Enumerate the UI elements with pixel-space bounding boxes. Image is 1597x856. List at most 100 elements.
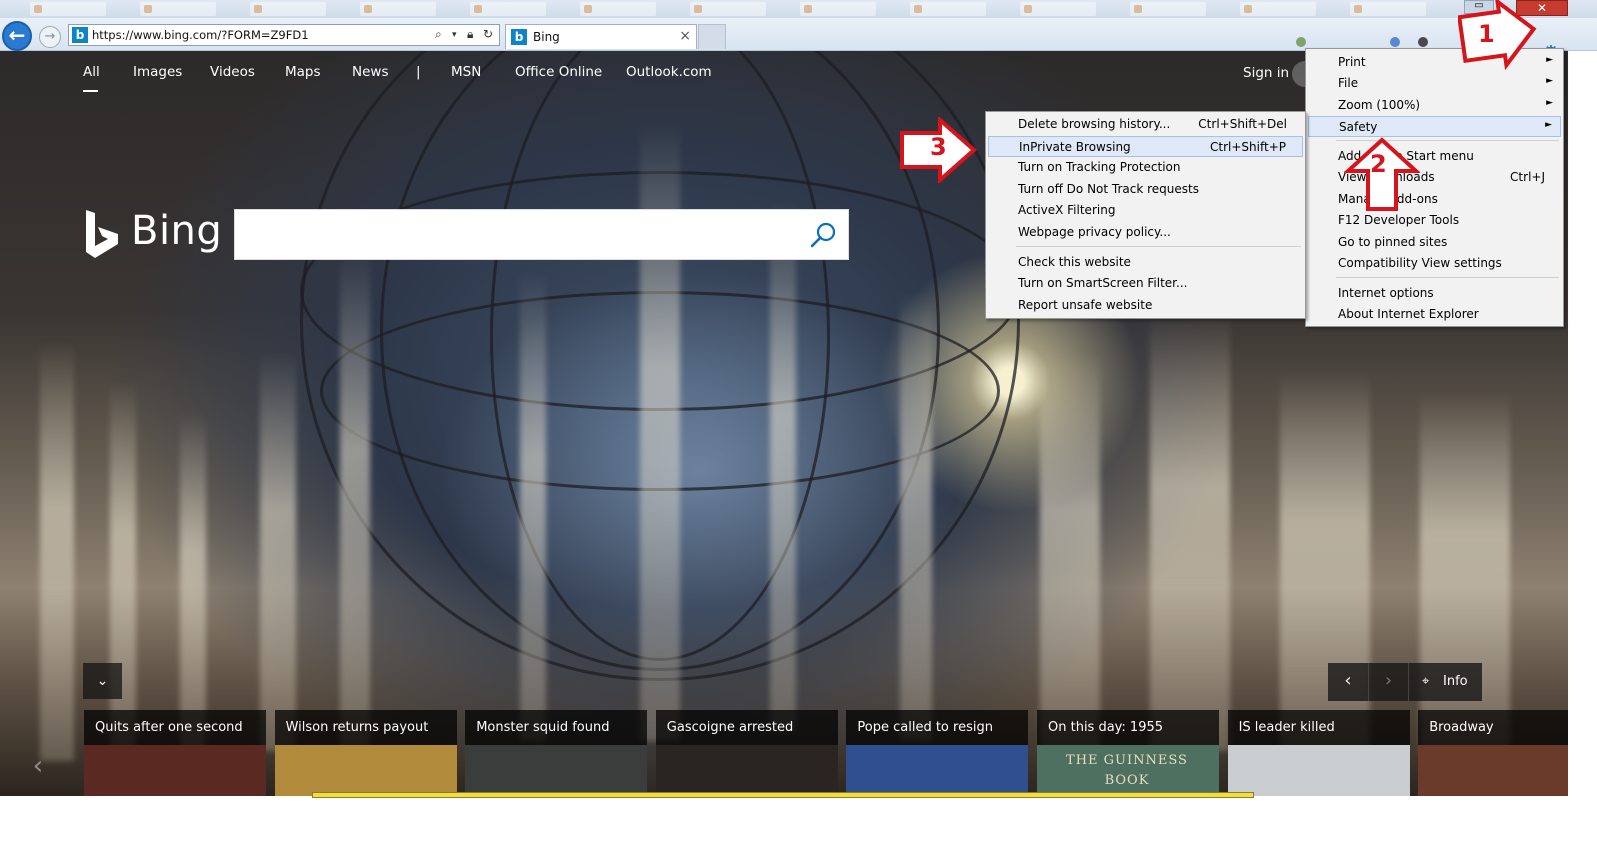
page-scroll-gutter (1568, 51, 1597, 796)
news-card[interactable]: Pope called to resign (846, 710, 1029, 796)
background-tab[interactable] (1240, 2, 1316, 16)
background-tab[interactable] (1350, 2, 1426, 16)
nav-all[interactable]: All (83, 64, 100, 80)
background-tab[interactable] (690, 2, 766, 16)
news-card-title[interactable]: Wilson returns payout (274, 710, 457, 745)
menu-item-shortcut: Ctrl+Shift+P (1210, 140, 1286, 154)
safety-menu-item-webpage-privacy-policy[interactable]: Webpage privacy policy... (988, 222, 1303, 243)
safety-menu-item-turn-on-tracking-protection[interactable]: Turn on Tracking Protection (988, 157, 1303, 178)
nav-maps[interactable]: Maps (285, 64, 321, 80)
background-tab[interactable] (470, 2, 546, 16)
image-info-button[interactable]: ⌖ Info (1408, 663, 1482, 701)
back-button[interactable]: ← (2, 21, 32, 51)
toolbar-extension-icon[interactable] (1296, 37, 1306, 47)
news-card-title[interactable]: Quits after one second (84, 710, 266, 745)
sign-in-link[interactable]: Sign in (1243, 65, 1289, 81)
menu-item-label: Turn off Do Not Track requests (1018, 182, 1199, 196)
toolbar-extension-icon[interactable] (1418, 37, 1428, 47)
news-card[interactable]: Gascoigne arrested (655, 710, 838, 796)
search-input[interactable] (234, 209, 849, 260)
menu-item-label: File (1338, 76, 1359, 90)
forward-button[interactable]: → (39, 26, 61, 48)
background-tab[interactable] (250, 2, 326, 16)
news-card[interactable]: On this day: 1955 THE GUINNESS BOOK (1037, 710, 1219, 796)
next-image-button[interactable]: › (1368, 663, 1408, 701)
nav-news[interactable]: News (352, 64, 388, 80)
address-text[interactable]: https://www.bing.com/?FORM=Z9FD1 (92, 28, 309, 42)
search-icon[interactable] (808, 221, 838, 251)
menu-item-label: About Internet Explorer (1338, 307, 1479, 321)
news-card-thumbnail[interactable] (84, 745, 266, 796)
news-card-title[interactable]: Gascoigne arrested (655, 710, 838, 745)
callout-number-3: 3 (930, 133, 947, 161)
safety-menu-item-inprivate-browsing[interactable]: InPrivate Browsing Ctrl+Shift+P (988, 136, 1303, 157)
nav-divider: | (416, 64, 421, 80)
toolbar-extension-icon[interactable] (1390, 37, 1400, 47)
news-card-thumbnail[interactable] (1418, 745, 1568, 796)
collapse-news-button[interactable]: ⌄ (83, 663, 122, 699)
news-card-title[interactable]: IS leader killed (1227, 710, 1410, 745)
bing-favicon-icon: b (511, 29, 527, 45)
bing-logo-text: Bing (131, 208, 223, 254)
news-card-title[interactable]: Broadway (1418, 710, 1568, 745)
notification-bar[interactable] (312, 792, 1254, 798)
thumbnail-caption: THE GUINNESS BOOK (1066, 753, 1188, 788)
news-card[interactable]: IS leader killed (1227, 710, 1410, 796)
tools-menu-item-zoom-100[interactable]: Zoom (100%) ► (1308, 95, 1561, 116)
dropdown-arrow-icon[interactable]: ▾ (452, 30, 457, 40)
tools-menu-item-f12-developer-tools[interactable]: F12 Developer Tools (1308, 210, 1561, 231)
news-card-thumbnail[interactable] (655, 745, 838, 796)
news-card-thumbnail[interactable] (846, 745, 1029, 796)
tools-menu-item-about-internet-explorer[interactable]: About Internet Explorer (1308, 304, 1561, 325)
submenu-arrow-icon: ► (1546, 76, 1553, 86)
news-card-title[interactable]: Monster squid found (465, 710, 648, 745)
news-card-title[interactable]: Pope called to resign (846, 710, 1029, 745)
news-card[interactable]: Wilson returns payout (274, 710, 457, 796)
background-tab[interactable] (580, 2, 656, 16)
safety-menu-item-activex-filtering[interactable]: ActiveX Filtering (988, 200, 1303, 221)
menu-item-label: Safety (1339, 120, 1378, 134)
tools-menu-item-file[interactable]: File ► (1308, 73, 1561, 94)
nav-office-online[interactable]: Office Online (515, 64, 602, 80)
safety-menu-item-report-unsafe-website[interactable]: Report unsafe website (988, 295, 1303, 316)
tools-menu-item-go-to-pinned-sites[interactable]: Go to pinned sites (1308, 232, 1561, 253)
news-card[interactable]: Broadway (1418, 710, 1568, 796)
tools-menu-item-safety[interactable]: Safety ► (1308, 116, 1561, 137)
fountain-spray (1150, 311, 1230, 751)
nav-outlook[interactable]: Outlook.com (626, 64, 712, 80)
lock-icon[interactable]: 🔒︎ (467, 27, 473, 42)
address-bar[interactable]: b https://www.bing.com/?FORM=Z9FD1 ⌕ ▾ 🔒… (68, 24, 500, 46)
tools-menu-item-internet-options[interactable]: Internet options (1308, 283, 1561, 304)
news-card-thumbnail[interactable]: THE GUINNESS BOOK (1037, 745, 1219, 796)
background-tab[interactable] (140, 2, 216, 16)
news-card-thumbnail[interactable] (1227, 745, 1410, 796)
submenu-arrow-icon: ► (1546, 55, 1553, 65)
safety-menu-item-turn-off-do-not-track-requests[interactable]: Turn off Do Not Track requests (988, 179, 1303, 200)
safety-menu-item-turn-on-smartscreen-filter[interactable]: Turn on SmartScreen Filter... (988, 273, 1303, 294)
background-tab[interactable] (1020, 2, 1096, 16)
background-tab[interactable] (30, 2, 106, 16)
news-card[interactable]: Quits after one second (84, 710, 266, 796)
search-icon[interactable]: ⌕ (435, 27, 442, 42)
carousel-left-icon[interactable]: ‹ (26, 751, 50, 781)
menu-item-label: Internet options (1338, 286, 1434, 300)
news-card-thumbnail[interactable] (274, 745, 457, 796)
background-tab[interactable] (1130, 2, 1206, 16)
background-tab[interactable] (800, 2, 876, 16)
previous-image-button[interactable]: ‹ (1328, 663, 1368, 701)
safety-menu-item-check-this-website[interactable]: Check this website (988, 252, 1303, 273)
new-tab-button[interactable] (698, 24, 726, 49)
background-tab[interactable] (360, 2, 436, 16)
news-card[interactable]: Monster squid found (465, 710, 648, 796)
nav-videos[interactable]: Videos (210, 64, 255, 80)
safety-menu-item-delete-browsing-history[interactable]: Delete browsing history... Ctrl+Shift+Del (988, 114, 1303, 135)
tab-bing[interactable]: b Bing × (505, 24, 697, 49)
nav-images[interactable]: Images (133, 64, 182, 80)
tools-menu-item-compatibility-view-settings[interactable]: Compatibility View settings (1308, 253, 1561, 274)
background-tab[interactable] (910, 2, 986, 16)
refresh-icon[interactable]: ↻ (483, 27, 493, 41)
news-card-title[interactable]: On this day: 1955 (1037, 710, 1219, 745)
nav-msn[interactable]: MSN (451, 64, 481, 80)
close-tab-icon[interactable]: × (679, 28, 691, 44)
news-card-thumbnail[interactable] (465, 745, 648, 796)
